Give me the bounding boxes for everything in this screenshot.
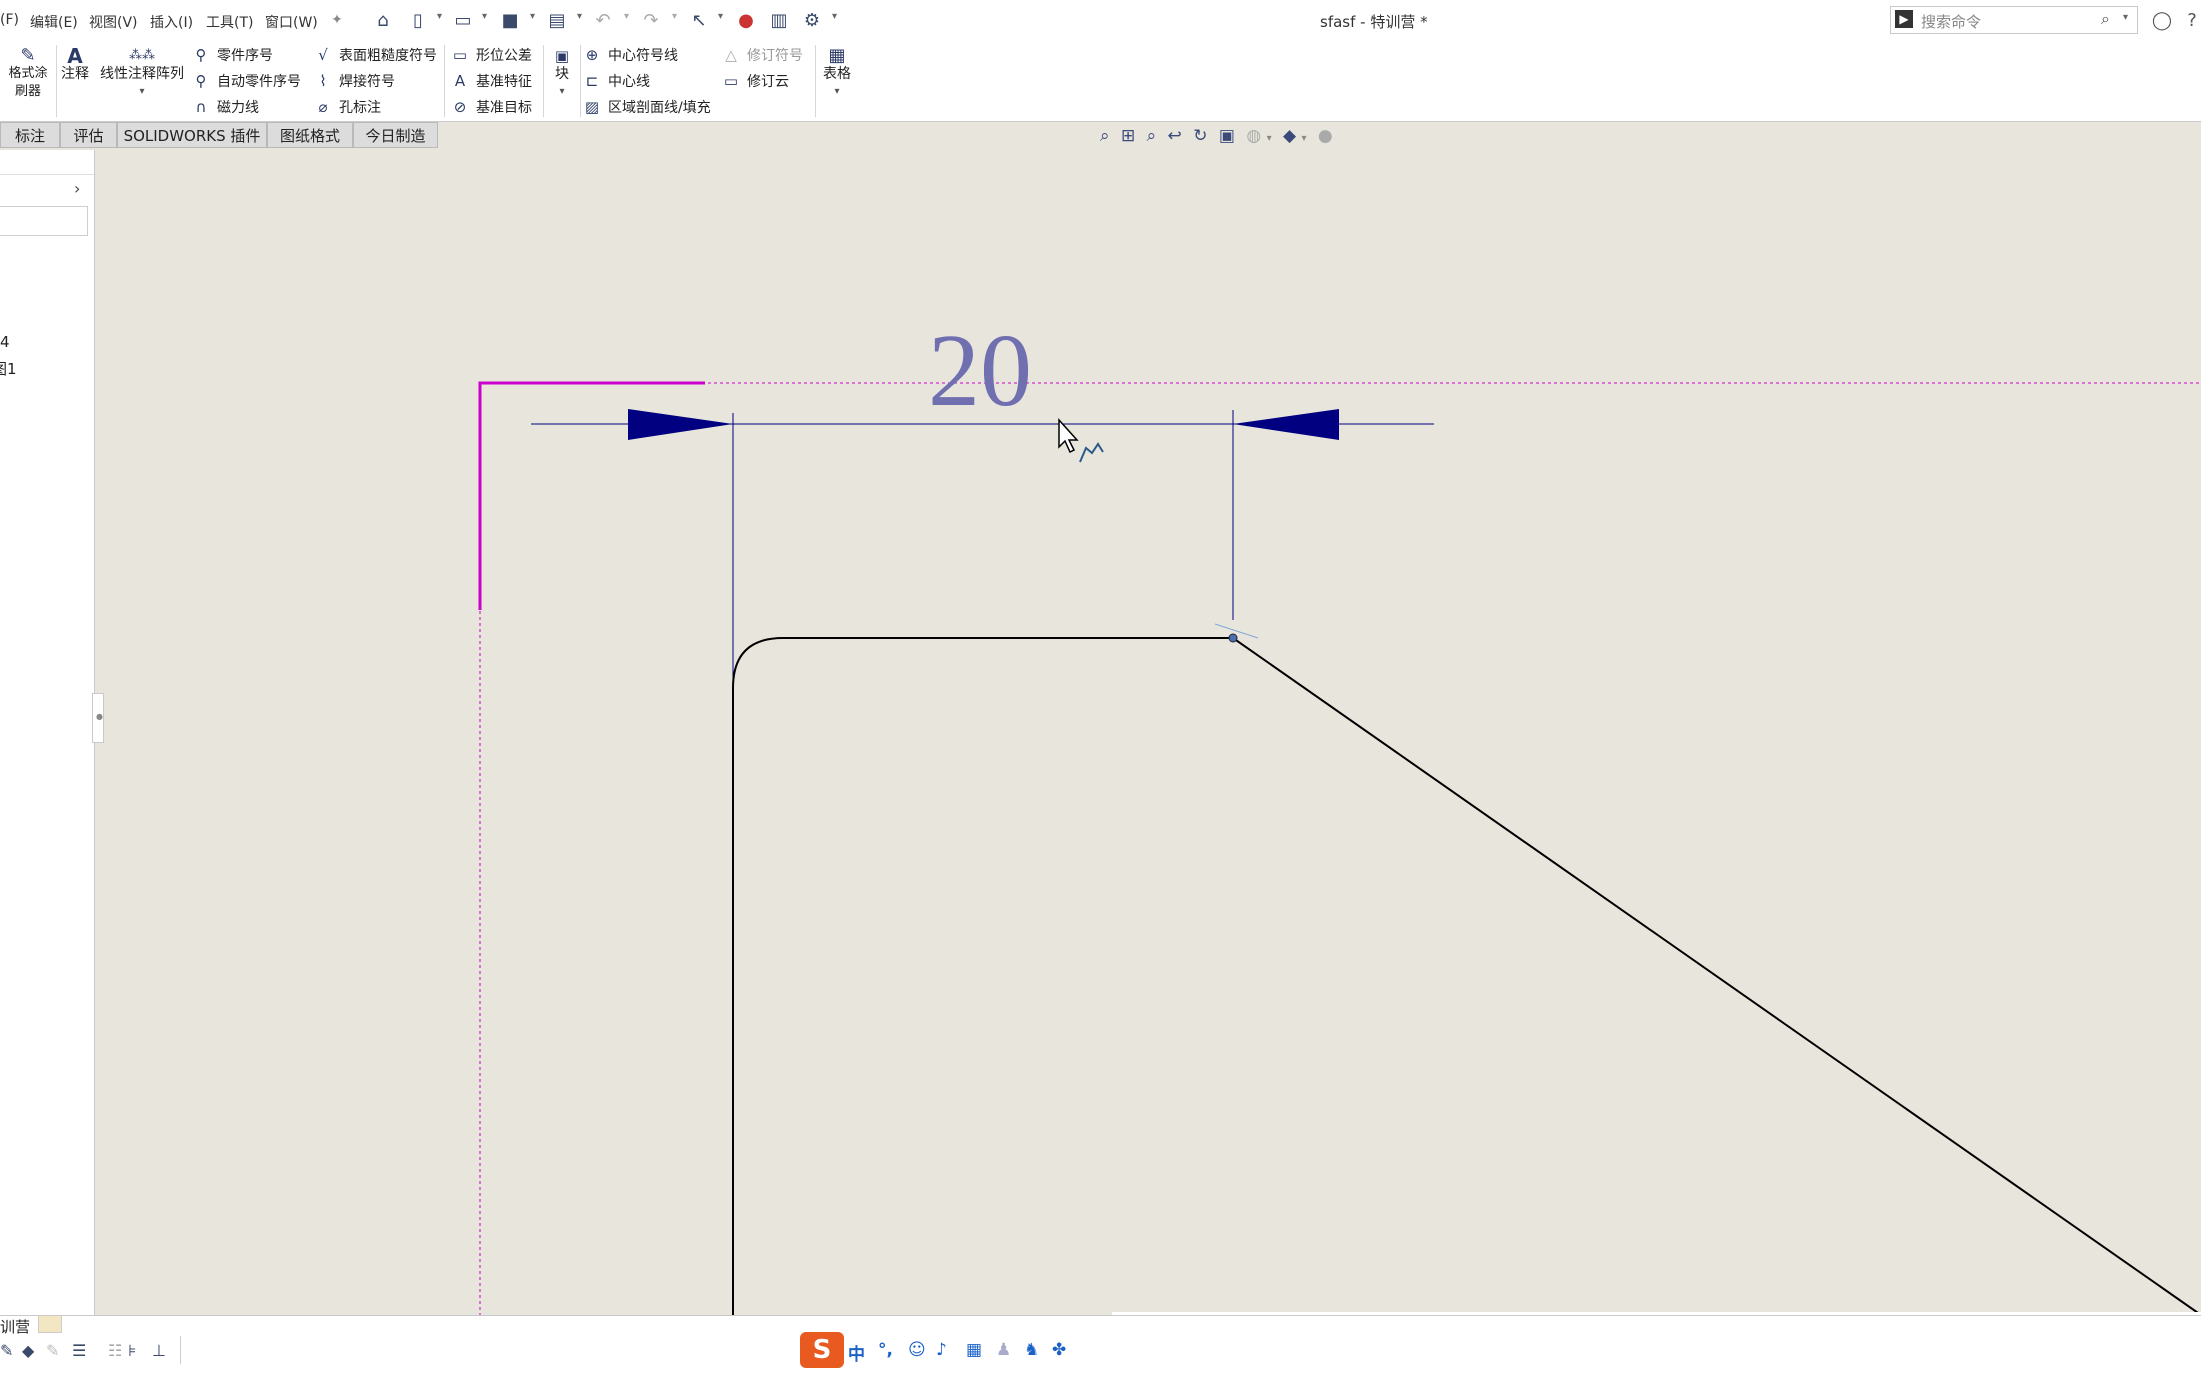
line-format-icon[interactable]: ☰: [72, 1341, 86, 1360]
sogou-ime-icon[interactable]: S: [800, 1332, 844, 1368]
status-bar: 训营: [0, 1315, 2201, 1377]
punctuation-icon[interactable]: °,: [878, 1340, 893, 1360]
part-edge-profile[interactable]: [732, 637, 2201, 1316]
sheet-tab[interactable]: 训营: [0, 1316, 30, 1337]
divider: [180, 1336, 181, 1364]
grid-axis-icon[interactable]: ⊥: [152, 1341, 166, 1360]
edit-sketch-icon[interactable]: ✎: [0, 1341, 13, 1360]
ime-language-label[interactable]: 中: [848, 1340, 865, 1365]
microphone-icon[interactable]: ♪: [936, 1340, 947, 1360]
dimension-text[interactable]: 20: [928, 313, 1032, 428]
skin-shirt-icon[interactable]: ♞: [1024, 1340, 1039, 1360]
emoji-icon[interactable]: ☺: [908, 1340, 926, 1360]
drawing-canvas[interactable]: 20: [0, 0, 2201, 1376]
toolbox-icon[interactable]: ✤: [1052, 1340, 1066, 1360]
user-icon[interactable]: ♟: [996, 1340, 1011, 1360]
dimension-arrow: [628, 409, 733, 440]
pencil-icon[interactable]: ✎: [46, 1341, 59, 1360]
add-sheet-tab[interactable]: [38, 1315, 62, 1333]
snap-icon[interactable]: ⊧: [128, 1341, 136, 1360]
line-style-icon[interactable]: ☷: [108, 1341, 122, 1360]
layer-icon[interactable]: ◆: [22, 1341, 34, 1360]
mouse-cursor-icon: [1058, 418, 1104, 463]
keyboard-icon[interactable]: ▦: [966, 1340, 982, 1360]
dimension-arrow: [1233, 409, 1339, 440]
vertex-point[interactable]: [1228, 633, 1238, 643]
